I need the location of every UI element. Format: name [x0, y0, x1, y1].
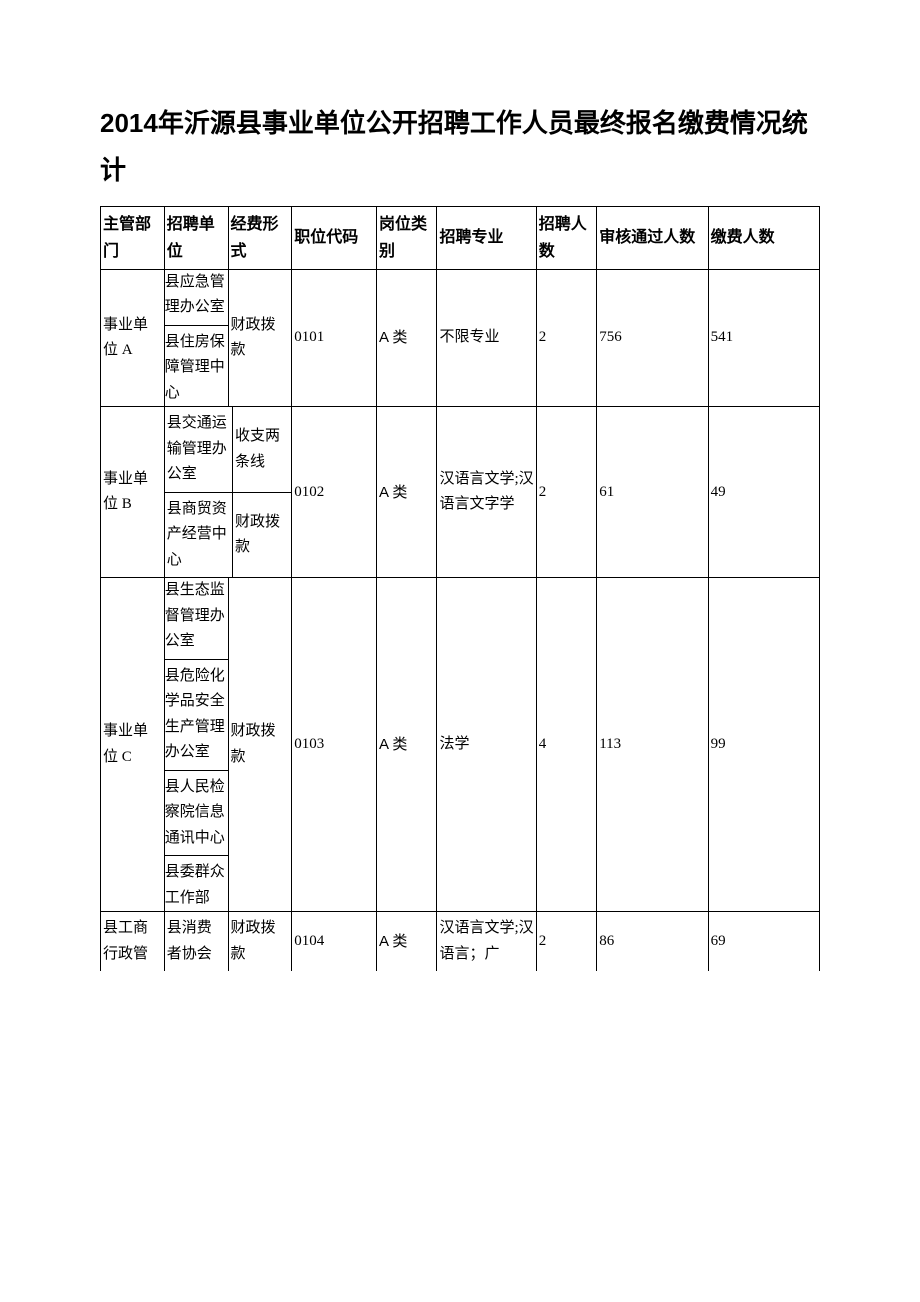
unit-item: 县委群众工作部 — [165, 860, 228, 911]
cell-unit: 县生态监督管理办公室 县危险化学品安全生产管理办公室 县人民检察院信息通讯中心 … — [164, 578, 228, 912]
cell-pass: 113 — [597, 578, 708, 912]
cell-qty: 4 — [536, 578, 597, 912]
cell-pay: 541 — [708, 269, 819, 407]
unit-item: 县危险化学品安全生产管理办公室 — [165, 664, 228, 771]
col-unit: 招聘单位 — [164, 206, 228, 269]
unit-item: 县商贸资产经营中心 — [165, 492, 233, 577]
table-row: 事业单位 B 县交通运输管理办公室 收支两条线 县商贸资产经营中心 财政拨款 0… — [101, 407, 820, 578]
cell-major: 法学 — [437, 578, 536, 912]
cell-code: 0102 — [292, 407, 377, 578]
cell-pass: 756 — [597, 269, 708, 407]
fund-item: 收支两条线 — [233, 407, 292, 492]
unit-item: 县应急管理办公室 — [165, 270, 228, 326]
cell-fund: 财政拨款 — [228, 269, 292, 407]
cell-qty: 2 — [536, 269, 597, 407]
cell-cat: A 类 — [376, 912, 437, 972]
table-row: 事业单位 C 县生态监督管理办公室 县危险化学品安全生产管理办公室 县人民检察院… — [101, 578, 820, 912]
page-title: 2014年沂源县事业单位公开招聘工作人员最终报名缴费情况统计 — [100, 100, 820, 194]
col-pass: 审核通过人数 — [597, 206, 708, 269]
cell-code: 0103 — [292, 578, 377, 912]
col-code: 职位代码 — [292, 206, 377, 269]
cell-dept: 事业单位 C — [101, 578, 165, 912]
col-cat: 岗位类别 — [376, 206, 437, 269]
table-header-row: 主管部门 招聘单位 经费形式 职位代码 岗位类别 招聘专业 招聘人数 审核通过人… — [101, 206, 820, 269]
cell-qty: 2 — [536, 912, 597, 972]
col-fund: 经费形式 — [228, 206, 292, 269]
cell-pay: 99 — [708, 578, 819, 912]
cell-unit: 县消费者协会 — [164, 912, 228, 972]
cell-pass: 86 — [597, 912, 708, 972]
fund-item: 财政拨款 — [233, 492, 292, 577]
recruitment-table: 主管部门 招聘单位 经费形式 职位代码 岗位类别 招聘专业 招聘人数 审核通过人… — [100, 206, 820, 972]
cell-dept: 县工商行政管 — [101, 912, 165, 972]
cell-dept: 事业单位 B — [101, 407, 165, 578]
unit-item: 县人民检察院信息通讯中心 — [165, 775, 228, 857]
cell-fund: 财政拨款 — [228, 578, 292, 912]
cell-pay: 49 — [708, 407, 819, 578]
cell-code: 0104 — [292, 912, 377, 972]
col-pay: 缴费人数 — [708, 206, 819, 269]
table-row: 县工商行政管 县消费者协会 财政拨款 0104 A 类 汉语言文学;汉语言；广 … — [101, 912, 820, 972]
table-row: 事业单位 A 县应急管理办公室 县住房保障管理中心 财政拨款 0101 A 类 … — [101, 269, 820, 407]
cell-unit: 县应急管理办公室 县住房保障管理中心 — [164, 269, 228, 407]
cell-major: 不限专业 — [437, 269, 536, 407]
cell-pay: 69 — [708, 912, 819, 972]
cell-cat: A 类 — [376, 578, 437, 912]
col-dept: 主管部门 — [101, 206, 165, 269]
cell-unit-fund: 县交通运输管理办公室 收支两条线 县商贸资产经营中心 财政拨款 — [164, 407, 292, 578]
cell-code: 0101 — [292, 269, 377, 407]
cell-major: 汉语言文学;汉语言；广 — [437, 912, 536, 972]
unit-item: 县交通运输管理办公室 — [165, 407, 233, 492]
cell-dept: 事业单位 A — [101, 269, 165, 407]
cell-qty: 2 — [536, 407, 597, 578]
cell-pass: 61 — [597, 407, 708, 578]
unit-item: 县住房保障管理中心 — [165, 330, 228, 407]
unit-item: 县生态监督管理办公室 — [165, 578, 228, 660]
col-qty: 招聘人数 — [536, 206, 597, 269]
cell-major: 汉语言文学;汉语言文字学 — [437, 407, 536, 578]
col-major: 招聘专业 — [437, 206, 536, 269]
cell-cat: A 类 — [376, 407, 437, 578]
cell-cat: A 类 — [376, 269, 437, 407]
cell-fund: 财政拨款 — [228, 912, 292, 972]
